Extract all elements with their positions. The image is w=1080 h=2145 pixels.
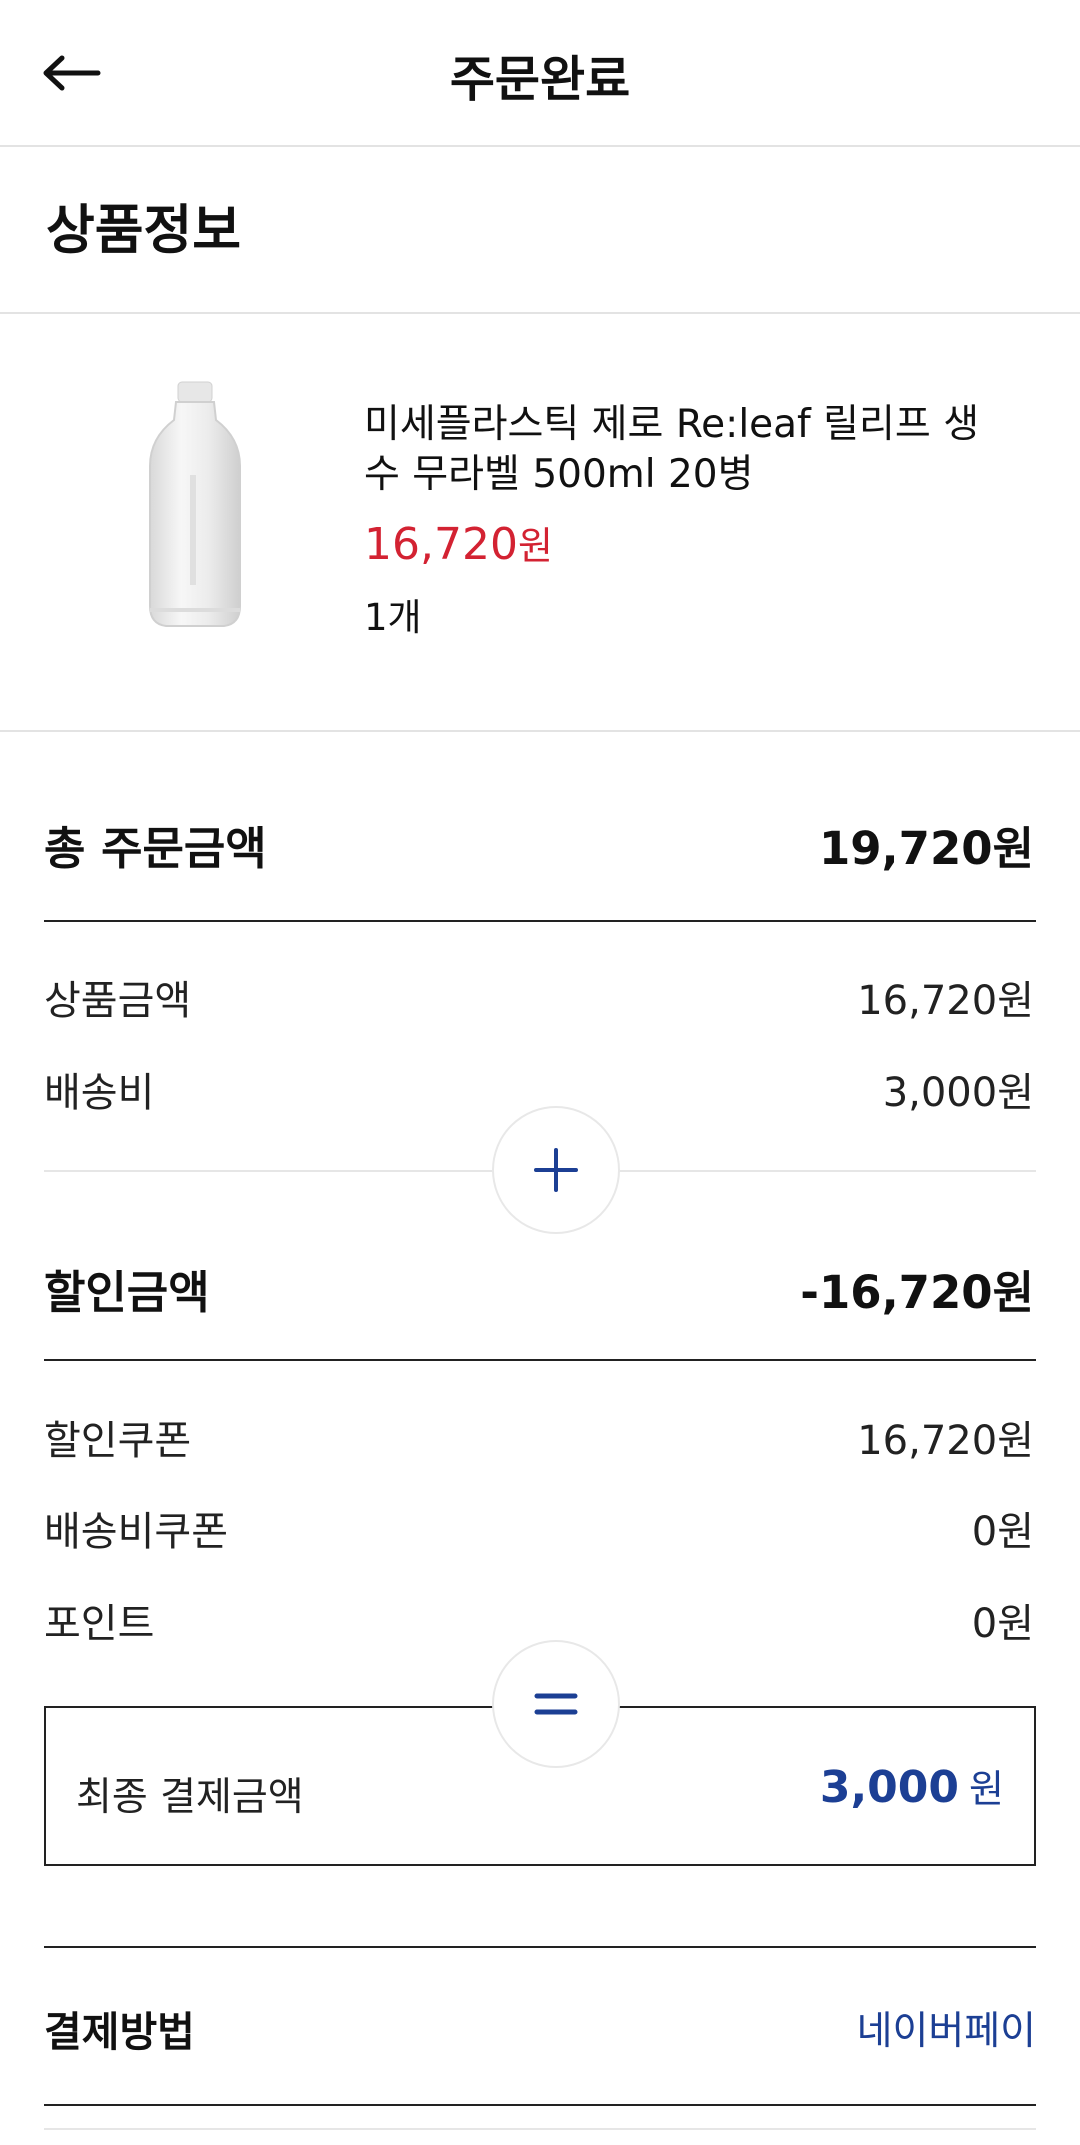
summary-divider: [44, 920, 1036, 922]
shipping-coupon-value: 0원: [971, 1509, 1034, 1555]
product-amount-value: 16,720원: [857, 978, 1034, 1024]
final-payment-unit: 원: [969, 1767, 1004, 1811]
product-price-amount: 16,720: [364, 519, 518, 570]
discount-total-value: -16,720원: [800, 1266, 1034, 1319]
equals-circle: [492, 1640, 620, 1768]
equals-icon: [534, 1693, 578, 1715]
points-label: 포인트: [44, 1601, 155, 1647]
product-price-unit: 원: [517, 524, 553, 568]
payment-divider: [44, 2104, 1036, 2106]
total-order-row: 총 주문금액 19,720원: [44, 812, 1034, 877]
product-amount-label: 상품금액: [44, 978, 192, 1024]
plus-icon: [534, 1148, 578, 1192]
shipping-coupon-row: 배송비쿠폰 0원: [44, 1499, 1034, 1557]
section-divider: [0, 730, 1080, 732]
shipping-value: 3,000원: [882, 1070, 1034, 1116]
points-row: 포인트 0원: [44, 1591, 1034, 1649]
final-payment-value: 3,000 원: [820, 1758, 1004, 1813]
discount-coupon-row: 할인쿠폰 16,720원: [44, 1408, 1034, 1466]
final-payment-label: 최종 결제금액: [76, 1775, 304, 1820]
plus-circle: [492, 1106, 620, 1234]
product-amount-row: 상품금액 16,720원: [44, 968, 1034, 1026]
payment-divider: [44, 1946, 1036, 1948]
points-value: 0원: [971, 1601, 1034, 1647]
total-order-label: 총 주문금액: [44, 822, 267, 875]
final-payment-amount: 3,000: [819, 1762, 960, 1813]
payment-divider-light: [44, 2128, 1036, 2130]
discount-coupon-value: 16,720원: [857, 1418, 1034, 1464]
product-quantity: 1개: [364, 596, 422, 639]
product-price: 16,720원: [364, 515, 553, 570]
payment-method-value: 네이버페이: [856, 2009, 1036, 2054]
product-name[interactable]: 미세플라스틱 제로 Re:leaf 릴리프 생수 무라벨 500ml 20병: [364, 400, 1014, 500]
section-divider: [0, 312, 1080, 314]
payment-method-label: 결제방법: [44, 2008, 195, 2056]
shipping-coupon-label: 배송비쿠폰: [44, 1509, 228, 1555]
discount-coupon-label: 할인쿠폰: [44, 1418, 192, 1464]
product-image[interactable]: [140, 380, 250, 630]
shipping-label: 배송비: [44, 1070, 155, 1116]
app-header: 주문완료: [0, 0, 1080, 147]
water-bottle-image: [149, 381, 241, 627]
total-order-value: 19,720원: [818, 822, 1034, 875]
discount-total-label: 할인금액: [44, 1266, 210, 1319]
product-info-title: 상품정보: [46, 200, 242, 261]
page-title: 주문완료: [449, 51, 631, 108]
discount-total-row: 할인금액 -16,720원: [44, 1256, 1034, 1321]
summary-divider: [44, 1359, 1036, 1361]
